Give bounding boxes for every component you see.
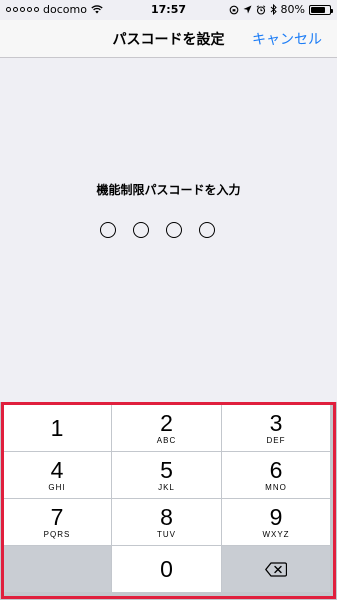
- key-digit: 4: [50, 457, 64, 483]
- battery-icon: [309, 4, 333, 15]
- key-letters: PQRS: [43, 530, 71, 539]
- key-blank: [3, 546, 111, 592]
- key-9[interactable]: 9 WXYZ: [222, 499, 330, 545]
- key-1[interactable]: 1: [3, 405, 111, 451]
- delete-button[interactable]: [222, 546, 330, 592]
- key-digit: 2: [160, 410, 173, 436]
- key-digit: 3: [269, 410, 283, 436]
- key-letters: TUV: [157, 530, 176, 539]
- cancel-button[interactable]: キャンセル: [252, 29, 322, 49]
- alarm-icon: [256, 4, 265, 15]
- passcode-dot: [166, 222, 182, 238]
- key-3[interactable]: 3 DEF: [222, 405, 330, 451]
- key-digit: 8: [160, 504, 173, 530]
- passcode-dot: [199, 222, 215, 238]
- keypad-grid: 1 2 ABC 3 DEF 4 GHI 5 JKL 6 MNO 7 PQRS 8 TUV 9 WXYZ 0: [3, 405, 334, 596]
- key-8[interactable]: 8 TUV: [112, 499, 221, 545]
- key-letters: MNO: [265, 483, 287, 492]
- passcode-field[interactable]: [100, 222, 215, 238]
- key-digit: 6: [269, 457, 283, 483]
- backspace-icon: [265, 561, 287, 577]
- battery-percentage: 80%: [280, 3, 305, 16]
- orientation-lock-icon: [229, 5, 238, 14]
- battery-level: [311, 6, 326, 13]
- key-0[interactable]: 0: [112, 546, 221, 592]
- key-6[interactable]: 6 MNO: [222, 452, 330, 498]
- key-letters: GHI: [48, 483, 66, 492]
- location-icon: [243, 5, 252, 14]
- key-letters: DEF: [266, 436, 286, 445]
- key-digit: 7: [50, 504, 64, 530]
- status-right: 80%: [229, 3, 333, 16]
- status-bar: docomo 17:57 80%: [0, 0, 337, 20]
- bluetooth-icon: [270, 4, 277, 15]
- key-letters: JKL: [158, 483, 175, 492]
- key-letters: ABC: [156, 436, 177, 445]
- key-2[interactable]: 2 ABC: [112, 405, 221, 451]
- key-digit: 5: [160, 457, 173, 483]
- key-5[interactable]: 5 JKL: [112, 452, 221, 498]
- key-digit: 0: [160, 556, 173, 582]
- key-7[interactable]: 7 PQRS: [3, 499, 111, 545]
- passcode-prompt: 機能制限パスコードを入力: [96, 183, 241, 197]
- key-letters: WXYZ: [262, 530, 290, 539]
- passcode-dot: [133, 222, 149, 238]
- navigation-bar: パスコードを設定 キャンセル: [0, 20, 337, 58]
- key-digit: 9: [269, 504, 283, 530]
- passcode-dot: [100, 222, 116, 238]
- key-4[interactable]: 4 GHI: [3, 452, 111, 498]
- key-digit: 1: [50, 415, 64, 441]
